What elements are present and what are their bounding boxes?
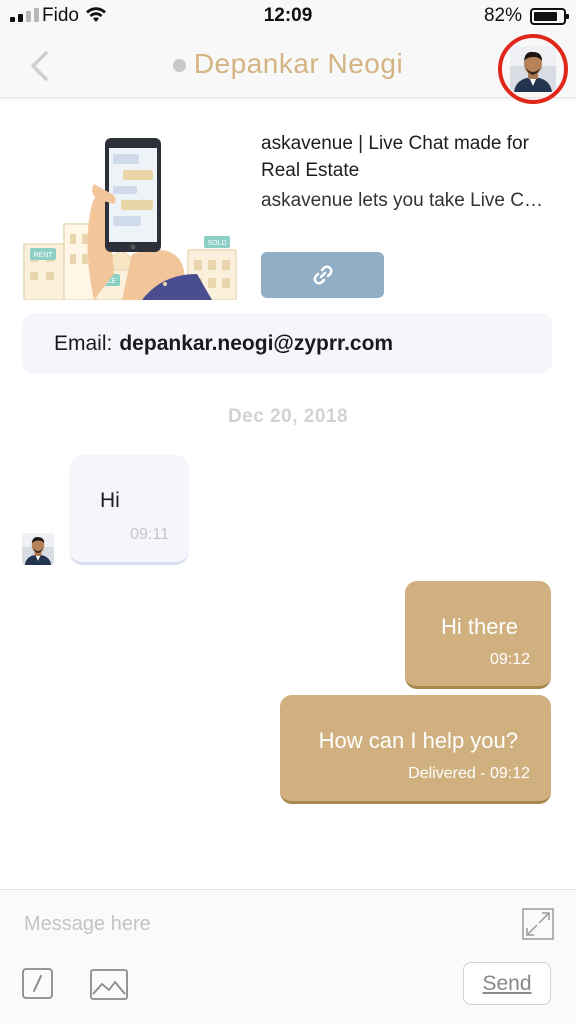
slash-command-icon[interactable]: [22, 968, 53, 999]
message-input[interactable]: [24, 906, 484, 942]
message-time: 09:11: [130, 526, 169, 543]
link-preview-card[interactable]: RENT SALE SOLD askavenue | Live Chat mad…: [22, 112, 552, 302]
email-label: Email:: [54, 331, 113, 355]
contact-email-card: Email: depankar.neogi@zyprr.com: [22, 313, 552, 374]
link-preview-image: RENT SALE SOLD: [22, 124, 240, 300]
battery-icon: [530, 8, 569, 25]
message-text: Hi there: [440, 614, 518, 639]
link-preview-description: askavenue lets you take Live Chat reques…: [261, 190, 551, 211]
avatar: [510, 46, 556, 92]
rent-tag: RENT: [33, 252, 53, 259]
contact-avatar-button[interactable]: [498, 34, 568, 104]
outgoing-message-bubble[interactable]: Hi there 09:12: [405, 581, 551, 689]
send-button[interactable]: Send: [463, 962, 551, 1005]
contact-name: Depankar Neogi: [193, 48, 404, 79]
message-text: How can I help you?: [318, 728, 518, 753]
message-composer: Send: [0, 889, 576, 1024]
contact-title: Depankar Neogi: [0, 48, 576, 80]
presence-indicator: [172, 58, 186, 72]
battery-percent: 82%: [483, 5, 522, 26]
date-separator: Dec 20, 2018: [227, 406, 349, 427]
message-time: 09:12: [489, 651, 530, 668]
sold-tag: SOLD: [207, 240, 226, 247]
link-preview-title: askavenue | Live Chat made for Real Esta…: [261, 133, 529, 181]
email-value[interactable]: depankar.neogi@zyprr.com: [119, 332, 393, 356]
open-link-button[interactable]: [261, 252, 384, 298]
chat-header: Depankar Neogi: [0, 34, 576, 104]
image-icon[interactable]: [90, 969, 128, 1000]
outgoing-message-bubble[interactable]: How can I help you? Delivered - 09:12: [280, 695, 551, 804]
expand-icon[interactable]: [522, 908, 554, 940]
link-icon: [313, 265, 332, 285]
incoming-message-bubble[interactable]: Hi 09:11: [69, 455, 189, 565]
status-bar: Fido 12:09 82%: [0, 0, 576, 34]
message-text: Hi: [100, 489, 120, 512]
sender-avatar: [22, 533, 54, 565]
message-status-time: Delivered - 09:12: [408, 765, 530, 782]
